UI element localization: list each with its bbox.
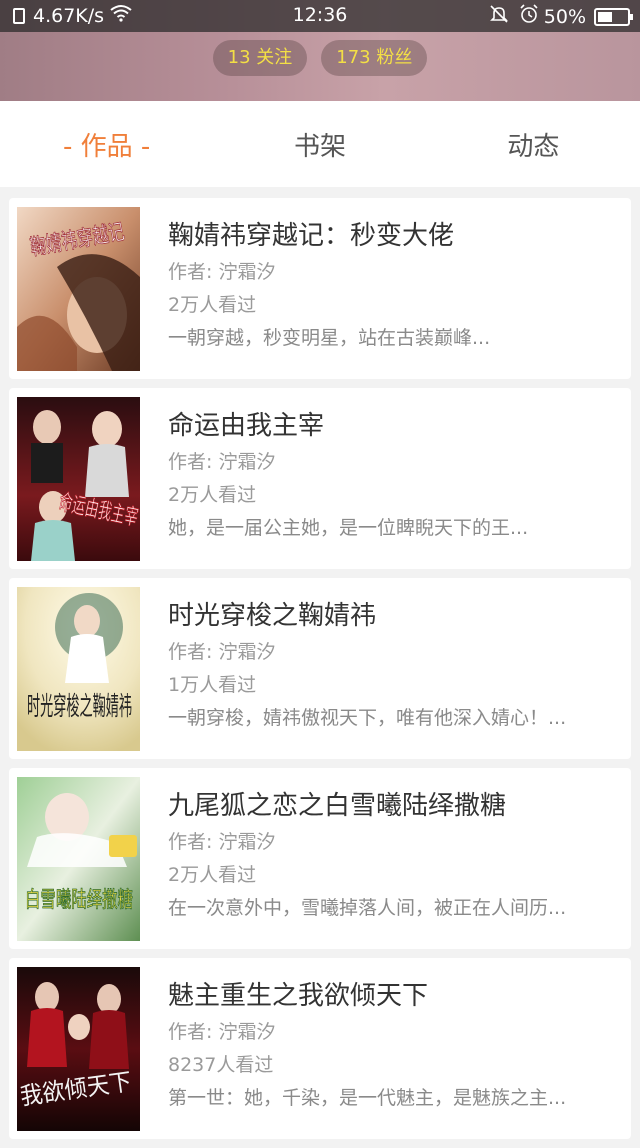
book-cover[interactable]: 白雪曦陆绎撒糖 [17,777,140,941]
book-info: 鞠婧祎穿越记：秒变大佬 作者: 泞霜汐 2万人看过 一朝穿越，秒变明星，站在古装… [168,218,618,353]
book-views: 2万人看过 [168,864,257,886]
book-cover[interactable]: 命运由我主宰 [17,397,140,561]
tab-works[interactable]: 作品 [0,101,213,187]
book-cover[interactable]: 我欲倾天下 [17,967,140,1131]
fans-count-button[interactable]: 173 粉丝 [321,40,428,76]
book-description: 一朝穿越，秒变明星，站在古装巅峰... [168,327,491,349]
profile-tabs: 作品 书架 动态 [0,101,640,187]
status-bar: 4.67K/s 12:36 50% [0,0,640,32]
book-author: 作者: 泞霜汐 [168,1021,276,1043]
book-title[interactable]: 魅主重生之我欲倾天下 [168,978,618,1014]
book-author: 作者: 泞霜汐 [168,641,276,663]
mute-bell-icon [489,4,509,29]
book-views: 8237人看过 [168,1054,274,1076]
book-info: 九尾狐之恋之白雪曦陆绎撒糖 作者: 泞霜汐 2万人看过 在一次意外中，雪曦掉落人… [168,788,618,923]
book-description: 她，是一届公主她，是一位睥睨天下的王... [168,517,529,539]
book-info: 命运由我主宰 作者: 泞霜汐 2万人看过 她，是一届公主她，是一位睥睨天下的王.… [168,408,618,543]
profile-counts: 13 关注 173 粉丝 [0,40,640,76]
book-card[interactable]: 鞠婧祎穿越记 鞠婧祎穿越记：秒变大佬 作者: 泞霜汐 2万人看过 一朝穿越，秒变… [9,198,631,379]
tab-activity[interactable]: 动态 [427,101,640,187]
book-views: 2万人看过 [168,484,257,506]
cover-title: 时光穿梭之鞠婧祎 [27,692,132,722]
book-title[interactable]: 命运由我主宰 [168,408,618,444]
book-author: 作者: 泞霜汐 [168,261,276,283]
book-description: 一朝穿梭，婧祎傲视天下，唯有他深入婧心！... [168,707,567,729]
book-views: 1万人看过 [168,674,257,696]
book-description: 在一次意外中，雪曦掉落人间，被正在人间历... [168,897,567,919]
status-right: 50% [484,4,633,29]
battery-icon [594,7,633,26]
book-cover[interactable]: 鞠婧祎穿越记 [17,207,140,371]
book-card[interactable]: 我欲倾天下 魅主重生之我欲倾天下 作者: 泞霜汐 8237人看过 第一世：她，千… [9,958,631,1139]
book-author: 作者: 泞霜汐 [168,831,276,853]
follow-count-button[interactable]: 13 关注 [212,40,308,76]
book-info: 魅主重生之我欲倾天下 作者: 泞霜汐 8237人看过 第一世：她，千染，是一代魅… [168,978,618,1113]
book-info: 时光穿梭之鞠婧祎 作者: 泞霜汐 1万人看过 一朝穿梭，婧祎傲视天下，唯有他深入… [168,598,618,733]
book-title[interactable]: 九尾狐之恋之白雪曦陆绎撒糖 [168,788,618,824]
book-card[interactable]: 命运由我主宰 命运由我主宰 作者: 泞霜汐 2万人看过 她，是一届公主她，是一位… [9,388,631,569]
book-description: 第一世：她，千染，是一代魅主，是魅族之主... [168,1087,567,1109]
book-author: 作者: 泞霜汐 [168,451,276,473]
book-views: 2万人看过 [168,294,257,316]
alarm-icon [519,4,539,29]
book-title[interactable]: 鞠婧祎穿越记：秒变大佬 [168,218,618,254]
book-title[interactable]: 时光穿梭之鞠婧祎 [168,598,618,634]
book-cover[interactable]: 时光穿梭之鞠婧祎 [17,587,140,751]
cover-title: 白雪曦陆绎撒糖 [25,888,133,913]
book-card[interactable]: 时光穿梭之鞠婧祎 时光穿梭之鞠婧祎 作者: 泞霜汐 1万人看过 一朝穿梭，婧祎傲… [9,578,631,759]
book-list: 鞠婧祎穿越记 鞠婧祎穿越记：秒变大佬 作者: 泞霜汐 2万人看过 一朝穿越，秒变… [9,198,631,1148]
tab-bookshelf[interactable]: 书架 [213,101,426,187]
book-card[interactable]: 白雪曦陆绎撒糖 九尾狐之恋之白雪曦陆绎撒糖 作者: 泞霜汐 2万人看过 在一次意… [9,768,631,949]
battery-percent: 50% [543,5,586,28]
